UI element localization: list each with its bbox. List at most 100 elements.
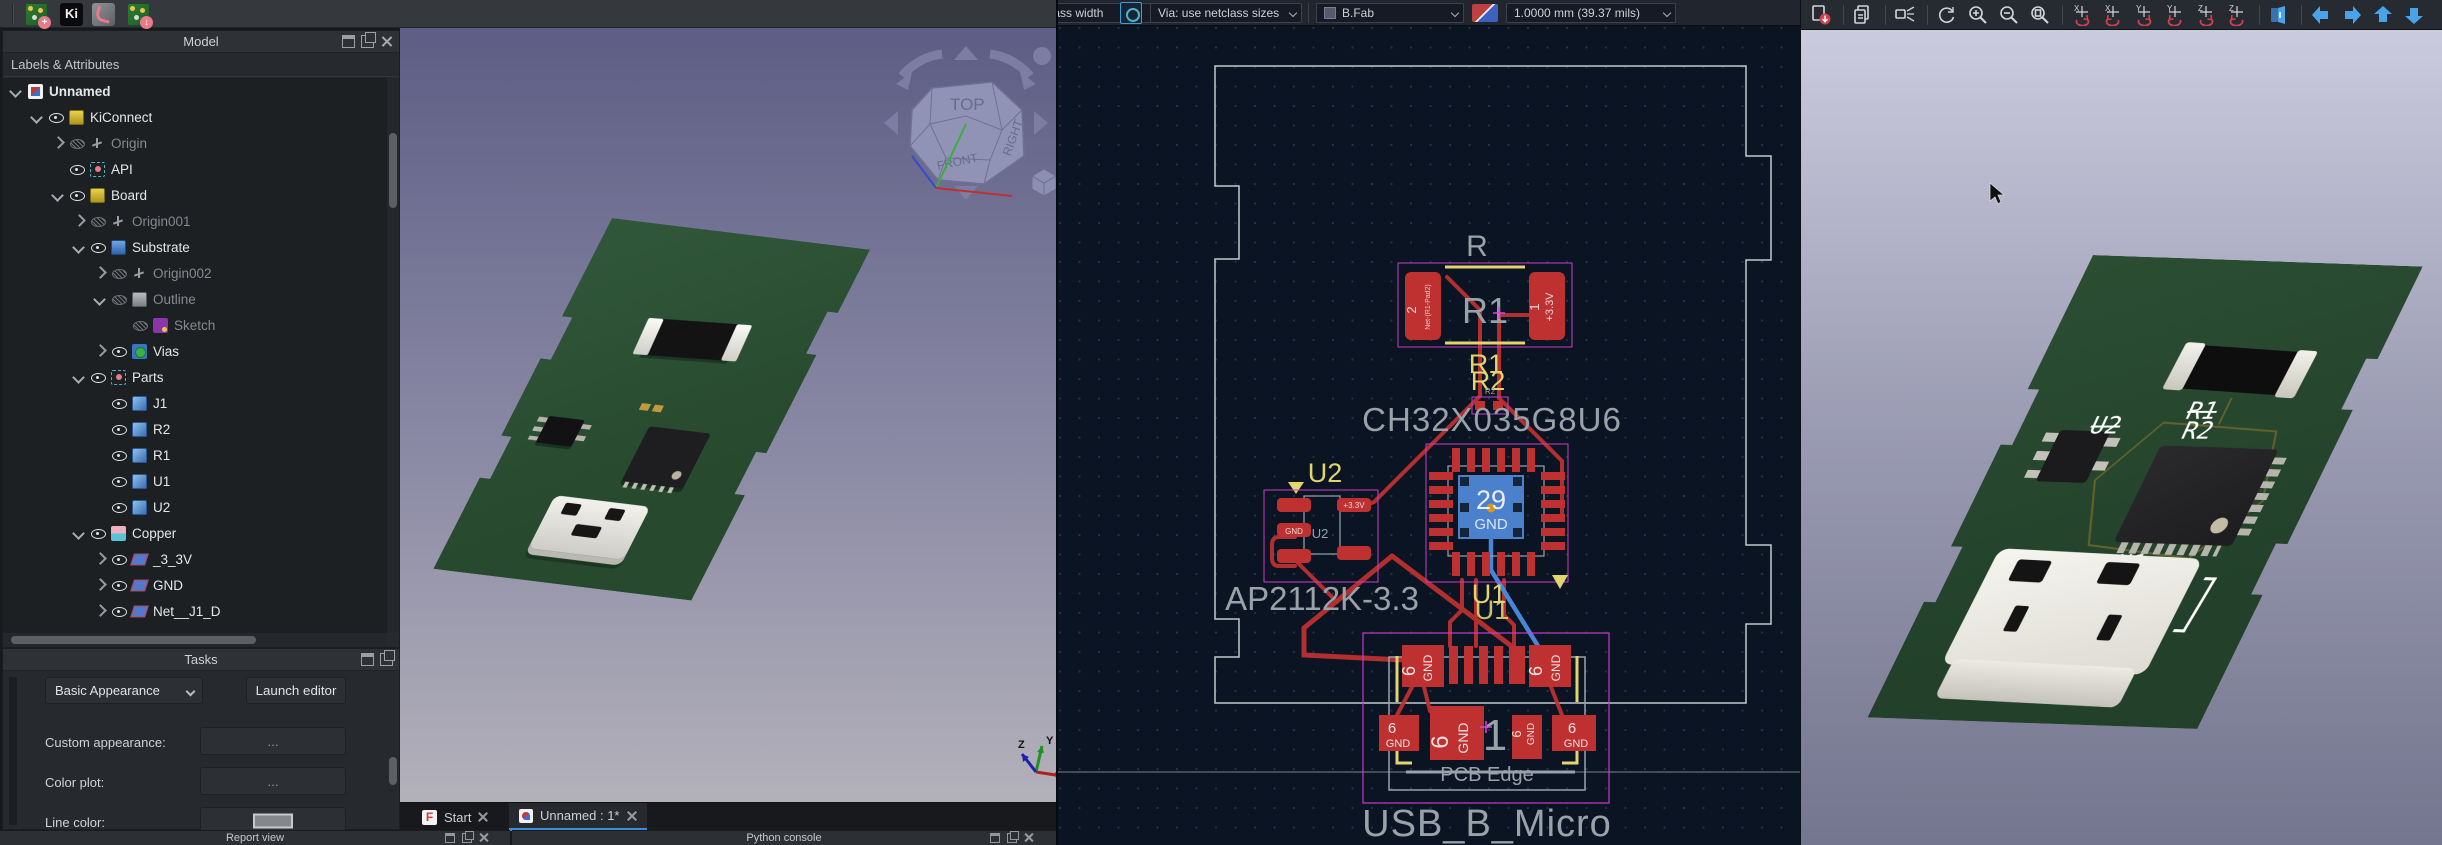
zoom-fit-icon[interactable]: [2026, 2, 2054, 28]
pad[interactable]: [1512, 448, 1520, 472]
tree-vertical-scrollbar[interactable]: [387, 78, 399, 633]
tree-item-r2[interactable]: R2: [3, 416, 387, 442]
pan-left-icon[interactable]: [2307, 2, 2335, 28]
tree-item-vias[interactable]: Vias: [3, 338, 387, 364]
pad-3[interactable]: [1277, 549, 1311, 563]
pad[interactable]: [1541, 514, 1565, 522]
visibility-eye-icon[interactable]: [111, 603, 127, 619]
rotate-right-arrow-icon[interactable]: [990, 54, 1030, 76]
rotate-x-cw-icon[interactable]: X: [2068, 2, 2096, 28]
pad-pin[interactable]: [1449, 646, 1458, 684]
visibility-eye-icon[interactable]: [69, 161, 85, 177]
kicad-icon[interactable]: Ki: [60, 3, 83, 26]
pad-pin[interactable]: [1494, 646, 1503, 684]
pad[interactable]: [1527, 448, 1535, 472]
expander-open-icon[interactable]: [72, 240, 86, 254]
minimize-icon[interactable]: [342, 35, 355, 48]
expander-open-icon[interactable]: [72, 526, 86, 540]
tree-item-gnd[interactable]: GND: [3, 572, 387, 598]
float-icon[interactable]: [380, 653, 393, 666]
float-icon[interactable]: [361, 35, 374, 48]
navigation-cube[interactable]: TOP FRONT RIGHT: [872, 38, 1056, 208]
freecad-3d-viewport[interactable]: TOP FRONT RIGHT Z Y X: [400, 28, 1056, 802]
color-plot-button[interactable]: ...: [200, 767, 346, 795]
board-pull-icon[interactable]: ↓: [127, 3, 150, 26]
pan-right-arrow-icon[interactable]: [1034, 111, 1048, 135]
board-sync-icon[interactable]: [92, 3, 115, 26]
expander-closed-icon[interactable]: [93, 604, 107, 618]
zoom-in-icon[interactable]: [1964, 2, 1992, 28]
rotate-x-ccw-icon[interactable]: X: [2099, 2, 2127, 28]
refresh-view-icon[interactable]: [1933, 2, 1961, 28]
expander-closed-icon[interactable]: [93, 578, 107, 592]
pad-1[interactable]: [1277, 498, 1311, 512]
rotate-y-ccw-icon[interactable]: Y: [2161, 2, 2189, 28]
visibility-eye-icon[interactable]: [90, 213, 106, 229]
visibility-eye-icon[interactable]: [69, 135, 85, 151]
pad-2[interactable]: [1405, 272, 1441, 340]
expander-open-icon[interactable]: [51, 188, 65, 202]
expander-open-icon[interactable]: [9, 84, 23, 98]
visibility-eye-icon[interactable]: [111, 265, 127, 281]
pad[interactable]: [1497, 552, 1505, 576]
tilt-up-arrow-icon[interactable]: [954, 46, 978, 60]
resistor-3d[interactable]: [640, 318, 744, 360]
visibility-eye-icon[interactable]: [111, 447, 127, 463]
tree-item-_3_3v[interactable]: _3_3V: [3, 546, 387, 572]
close-icon[interactable]: [627, 811, 637, 821]
pcb-canvas[interactable]: 2 Net-(R1-Pad2) 1 +3.3V R R1 R1 R2 R2 CH…: [1058, 26, 1802, 845]
pad[interactable]: [1541, 486, 1565, 494]
model-tree[interactable]: UnnamedKiConnectOriginAPIBoardOrigin001S…: [3, 78, 387, 633]
minimize-icon[interactable]: [361, 653, 374, 666]
via-size-select[interactable]: Via: use netclass sizes: [1150, 3, 1302, 23]
pan-up-icon[interactable]: [2369, 2, 2397, 28]
model-panel-titlebar[interactable]: Model: [3, 31, 399, 53]
expander-closed-icon[interactable]: [93, 266, 107, 280]
pad[interactable]: [1482, 552, 1490, 576]
tree-item-r1[interactable]: R1: [3, 442, 387, 468]
3d-viewer-viewport[interactable]: R1 R2 U2 U1 U1: [1801, 30, 2442, 845]
flip-board-icon[interactable]: [2265, 2, 2293, 28]
visibility-eye-icon[interactable]: [132, 317, 148, 333]
rotate-z-ccw-icon[interactable]: Z: [2223, 2, 2251, 28]
report-view-header[interactable]: Report view: [0, 830, 510, 845]
tab-unnamed-1-[interactable]: Unnamed : 1*: [509, 803, 647, 831]
tree-item-api[interactable]: API: [3, 156, 387, 182]
pad[interactable]: [1482, 448, 1490, 472]
grid-select[interactable]: 1.0000 mm (39.37 mils): [1506, 3, 1676, 23]
appearance-select[interactable]: Basic Appearance: [45, 677, 203, 704]
tree-item-sketch[interactable]: Sketch: [3, 312, 387, 338]
pad[interactable]: [1429, 472, 1453, 480]
layer-pair-icon[interactable]: [1472, 4, 1498, 22]
pad[interactable]: [1541, 542, 1565, 550]
expander-open-icon[interactable]: [72, 370, 86, 384]
visibility-eye-icon[interactable]: [111, 343, 127, 359]
visibility-eye-icon[interactable]: [90, 525, 106, 541]
cube-top-label[interactable]: TOP: [950, 95, 985, 114]
pad[interactable]: [1467, 552, 1475, 576]
float-icon[interactable]: [1007, 833, 1017, 843]
pad-pin[interactable]: [1464, 646, 1473, 684]
python-console-header[interactable]: Python console: [512, 830, 1056, 845]
tree-item-parts[interactable]: Parts: [3, 364, 387, 390]
tab-start[interactable]: FStart: [412, 803, 498, 831]
tree-item-u2[interactable]: U2: [3, 494, 387, 520]
minimize-icon[interactable]: [445, 833, 455, 843]
custom-appearance-button[interactable]: ...: [200, 727, 346, 755]
tree-item-origin002[interactable]: Origin002: [3, 260, 387, 286]
close-icon[interactable]: [478, 812, 488, 822]
visibility-eye-icon[interactable]: [111, 291, 127, 307]
pad[interactable]: [1452, 448, 1460, 472]
pad-pin[interactable]: [1509, 646, 1525, 684]
expander-closed-icon[interactable]: [72, 214, 86, 228]
visibility-eye-icon[interactable]: [111, 473, 127, 489]
tasks-vertical-scrollbar[interactable]: [389, 757, 397, 785]
pad[interactable]: [1497, 448, 1505, 472]
via-tool-button[interactable]: [1120, 2, 1142, 24]
close-icon[interactable]: [380, 35, 393, 48]
pad[interactable]: [1541, 500, 1565, 508]
close-icon[interactable]: [479, 833, 489, 843]
tree-item-outline[interactable]: Outline: [3, 286, 387, 312]
pad[interactable]: [1429, 500, 1453, 508]
visibility-eye-icon[interactable]: [111, 395, 127, 411]
